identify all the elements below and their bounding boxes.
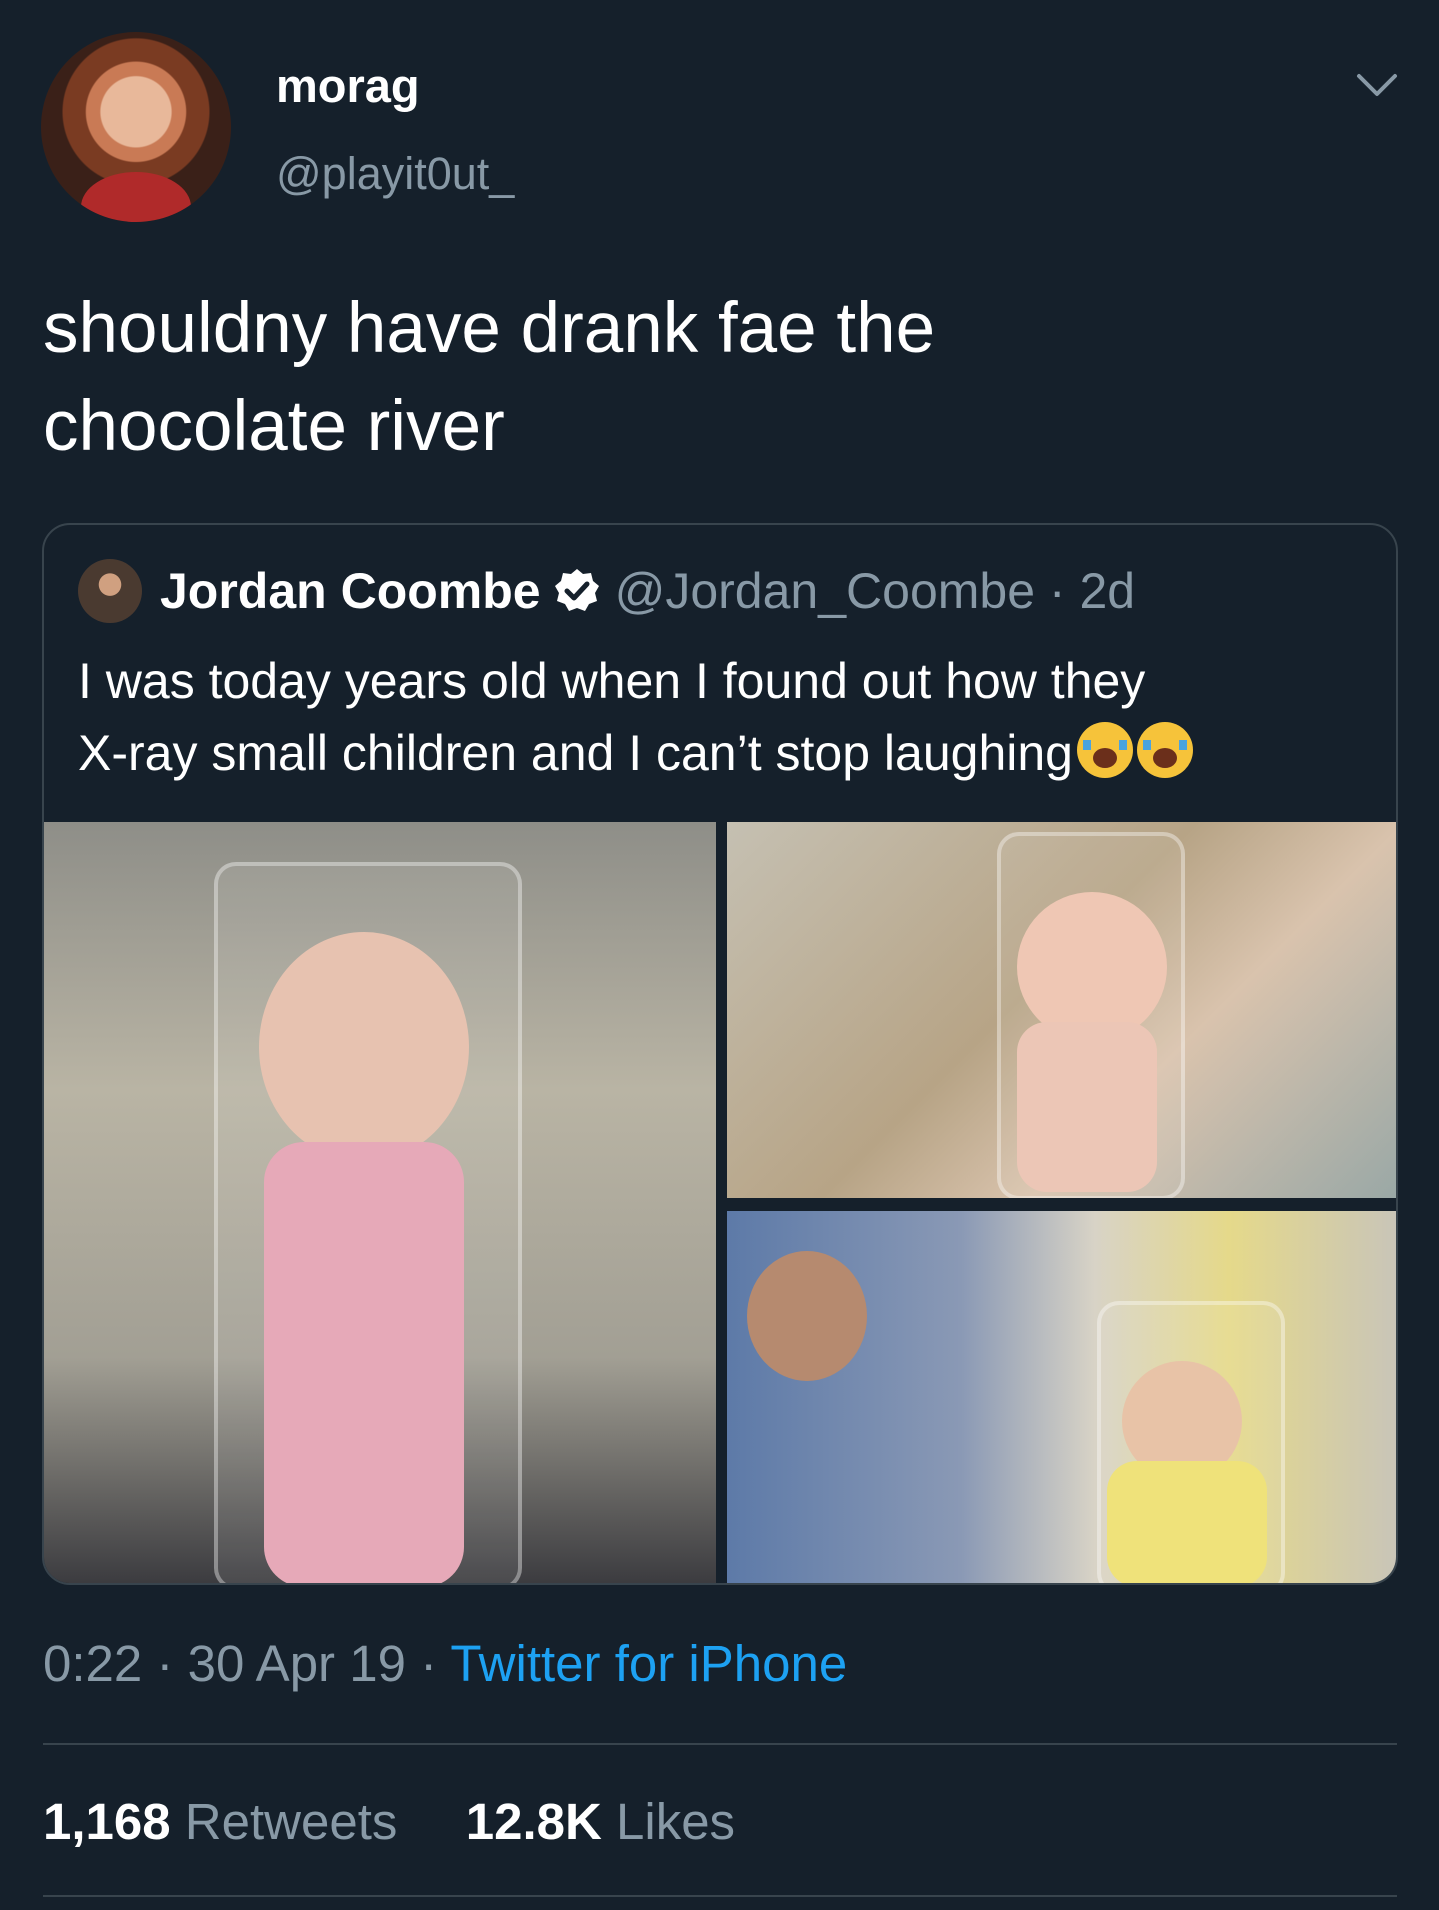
- quoted-tweet-text: I was today years old when I found out h…: [78, 645, 1368, 789]
- baby-body-shape: [1107, 1461, 1267, 1583]
- chevron-down-icon[interactable]: [1355, 70, 1399, 100]
- quoted-author-handle-time[interactable]: @Jordan_Coombe · 2d: [615, 562, 1135, 620]
- retweets-stat[interactable]: 1,168 Retweets: [43, 1793, 397, 1850]
- quoted-text-line-content: X-ray small children and I can’t stop la…: [78, 725, 1073, 781]
- likes-stat[interactable]: 12.8K Likes: [466, 1793, 735, 1850]
- tweet-time[interactable]: 0:22: [43, 1635, 142, 1692]
- divider: [43, 1895, 1397, 1897]
- quoted-tweet-media-grid: [44, 822, 1396, 1583]
- meta-separator: ·: [405, 1635, 451, 1692]
- tweet-meta: 0:22 · 30 Apr 19 · Twitter for iPhone: [43, 1634, 847, 1693]
- quoted-tweet-card[interactable]: Jordan Coombe @Jordan_Coombe · 2d I was …: [42, 523, 1398, 1585]
- nurse-shape: [747, 1251, 867, 1381]
- tweet-text-line: chocolate river: [43, 387, 505, 466]
- loudly-crying-face-emoji-icon: [1076, 722, 1133, 778]
- author-display-name[interactable]: morag: [276, 58, 420, 113]
- loudly-crying-face-emoji-icon: [1136, 722, 1193, 778]
- tweet-date[interactable]: 30 Apr 19: [188, 1635, 406, 1692]
- likes-label: Likes: [616, 1793, 736, 1850]
- media-photo-1[interactable]: [44, 822, 716, 1583]
- quoted-text-line: I was today years old when I found out h…: [78, 653, 1146, 709]
- baby-shape: [1017, 892, 1167, 1042]
- tweet-source-link[interactable]: Twitter for iPhone: [450, 1635, 847, 1692]
- tweet-stats: 1,168 Retweets 12.8K Likes: [43, 1792, 735, 1851]
- media-photo-3[interactable]: [727, 1211, 1396, 1583]
- tweet-text-line: shouldny have drank fae the: [43, 289, 936, 368]
- quoted-author-avatar[interactable]: [78, 559, 142, 623]
- author-avatar[interactable]: [41, 32, 231, 222]
- baby-body-shape: [1017, 1022, 1157, 1192]
- media-photo-2[interactable]: [727, 822, 1396, 1198]
- tweet-text: shouldny have drank fae the chocolate ri…: [43, 280, 1343, 476]
- quoted-tweet-header: Jordan Coombe @Jordan_Coombe · 2d: [78, 555, 1135, 627]
- baby-body-shape: [264, 1142, 464, 1583]
- baby-shape: [259, 932, 469, 1162]
- verified-badge-icon: [554, 569, 599, 611]
- retweets-count: 1,168: [43, 1793, 171, 1850]
- retweets-label: Retweets: [184, 1793, 398, 1850]
- likes-count: 12.8K: [465, 1793, 602, 1850]
- divider: [43, 1743, 1397, 1745]
- quoted-author-name[interactable]: Jordan Coombe: [160, 562, 541, 620]
- meta-separator: ·: [142, 1635, 188, 1692]
- quoted-text-line: X-ray small children and I can’t stop la…: [78, 717, 1368, 789]
- tweet-header: morag @playit0ut_: [0, 0, 1439, 260]
- author-handle[interactable]: @playit0ut_: [276, 148, 514, 200]
